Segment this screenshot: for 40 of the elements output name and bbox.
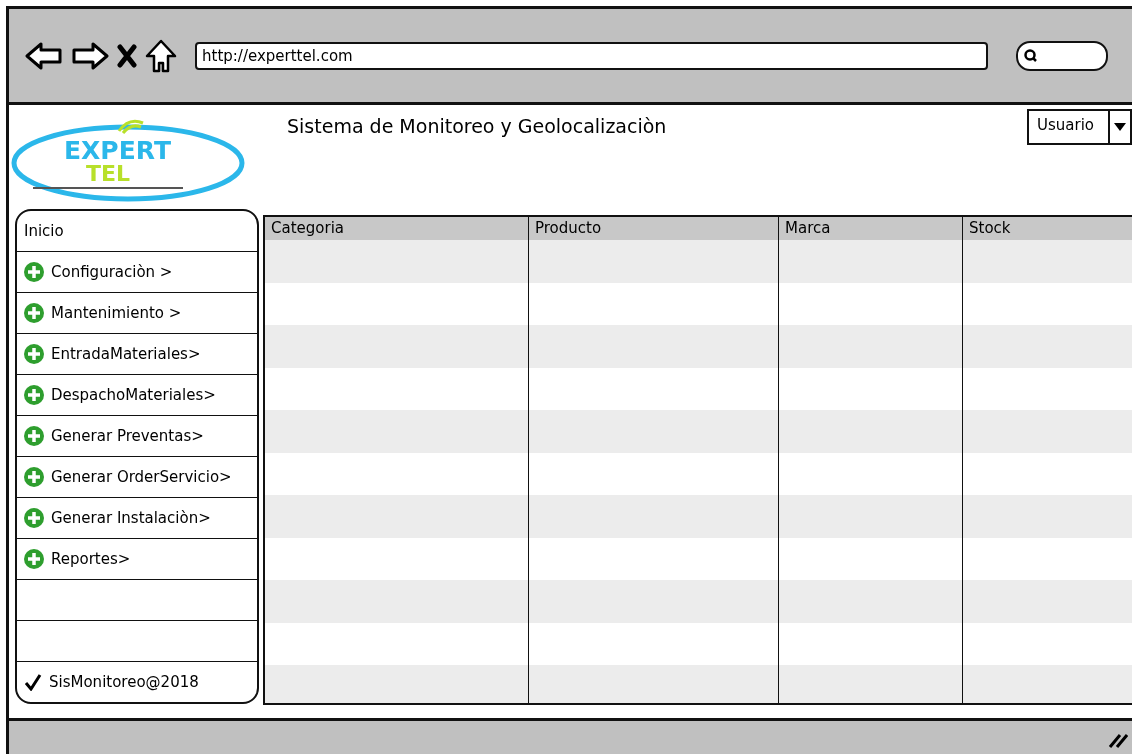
menu-item[interactable]: Mantenimiento >: [17, 293, 257, 334]
plus-icon: [24, 426, 44, 446]
menu-item-label: Generar Preventas>: [51, 427, 204, 445]
menu-item[interactable]: DespachoMateriales>: [17, 375, 257, 416]
user-dropdown[interactable]: Usuario: [1027, 109, 1132, 145]
caret-icon: [1114, 123, 1126, 131]
menu-item-label: SisMonitoreo@2018: [49, 673, 199, 691]
menu-item[interactable]: Generar Preventas>: [17, 416, 257, 457]
search-icon: [1024, 48, 1038, 63]
forward-arrow-icon[interactable]: [71, 40, 109, 71]
menu-item-label: Mantenimiento >: [51, 304, 182, 322]
menu-item-label: DespachoMateriales>: [51, 386, 216, 404]
menu-item-label: Reportes>: [51, 550, 131, 568]
plus-icon: [24, 385, 44, 405]
menu-item[interactable]: Configuraciòn >: [17, 252, 257, 293]
menu-item[interactable]: Generar OrderServicio>: [17, 457, 257, 498]
menu-item[interactable]: EntradaMateriales>: [17, 334, 257, 375]
menu-item-label: EntradaMateriales>: [51, 345, 201, 363]
menu-item[interactable]: Generar Instalaciòn>: [17, 498, 257, 539]
menu-item-label: Generar Instalaciòn>: [51, 509, 211, 527]
plus-icon: [24, 549, 44, 569]
back-arrow-icon[interactable]: [25, 40, 63, 71]
column-header: Stock: [968, 218, 1012, 239]
plus-icon: [24, 262, 44, 282]
menu-item-label: Generar OrderServicio>: [51, 468, 232, 486]
resize-grip-icon[interactable]: [1108, 732, 1128, 748]
address-field[interactable]: http://experttel.com: [195, 41, 988, 70]
plus-icon: [24, 467, 44, 487]
search-field[interactable]: [1016, 40, 1108, 71]
plus-icon: [24, 344, 44, 364]
menu-item[interactable]: Reportes>: [17, 539, 257, 580]
plus-icon: [24, 303, 44, 323]
menu-item[interactable]: SisMonitoreo@2018: [17, 662, 257, 702]
checkmark-icon: [24, 673, 42, 691]
close-icon[interactable]: [117, 43, 137, 68]
menu-item[interactable]: Inicio: [17, 211, 257, 252]
menu-item-label: Configuraciòn >: [51, 263, 173, 281]
plus-icon: [24, 508, 44, 528]
home-icon[interactable]: [145, 38, 177, 73]
page-title: Sistema de Monitoreo y Geolocalizaciòn: [287, 115, 668, 137]
